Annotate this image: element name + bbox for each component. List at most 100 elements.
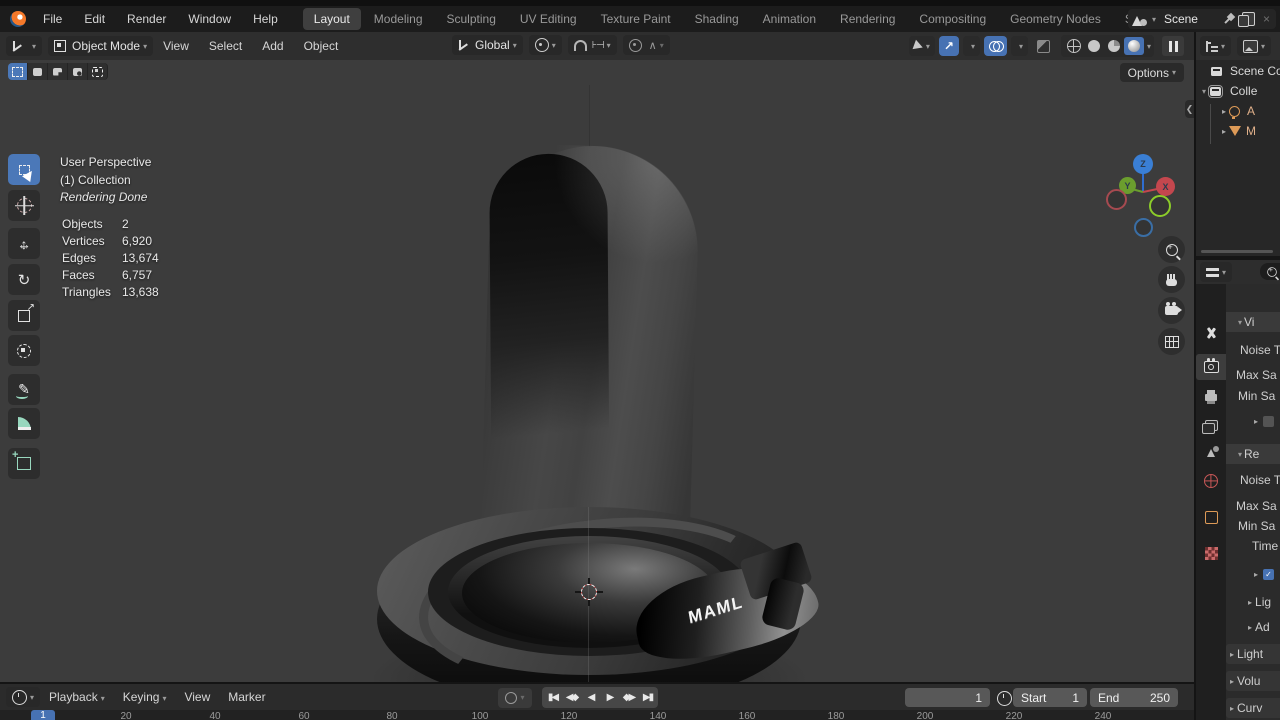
outliner-scrollbar[interactable]	[1201, 250, 1273, 253]
tab-geometry-nodes[interactable]: Geometry Nodes	[999, 8, 1112, 30]
menu-window[interactable]: Window	[177, 12, 242, 26]
prop-min-samples-render[interactable]: Min Sa	[1238, 519, 1280, 533]
outliner-row-collection[interactable]: ▾ Colle	[1202, 84, 1257, 98]
checkbox-unchecked[interactable]	[1263, 416, 1275, 427]
select-mode-invert-button[interactable]	[68, 63, 88, 80]
gizmo-z-axis[interactable]: Z	[1133, 154, 1153, 174]
menu-add[interactable]: Add	[252, 39, 293, 53]
checkbox-checked[interactable]: ✓	[1263, 569, 1275, 580]
prop-min-samples[interactable]: Min Sa	[1238, 389, 1280, 403]
select-mode-subtract-button[interactable]	[48, 63, 68, 80]
playhead-current-frame[interactable]: 1	[31, 710, 55, 720]
tab-layout[interactable]: Layout	[302, 8, 361, 30]
properties-search-input[interactable]	[1260, 263, 1280, 280]
editor-type-button[interactable]: ▾	[6, 36, 43, 56]
pan-button[interactable]	[1158, 266, 1185, 293]
outliner-filter-button[interactable]: ▾	[1237, 36, 1272, 56]
tool-scale[interactable]	[8, 300, 40, 331]
jump-to-end-button[interactable]: ▶▮	[638, 688, 657, 707]
scene-object-loop[interactable]	[480, 143, 701, 553]
jump-to-start-button[interactable]: ▮◀	[543, 688, 562, 707]
tab-render[interactable]	[1196, 354, 1226, 380]
menu-playback[interactable]: Playback ▾	[40, 690, 114, 704]
timeline-editor-button[interactable]: ▾	[6, 687, 41, 707]
zoom-button[interactable]	[1158, 236, 1185, 263]
panel-header-render[interactable]: ▾ Re	[1226, 444, 1280, 464]
play-button[interactable]: ▶	[600, 688, 619, 707]
gizmo-x-axis[interactable]: X	[1156, 177, 1175, 196]
tab-modeling[interactable]: Modeling	[363, 8, 434, 30]
tool-measure[interactable]	[8, 408, 40, 439]
menu-object[interactable]: Object	[294, 39, 349, 53]
pause-render-button[interactable]	[1162, 36, 1184, 56]
snap-controls[interactable]: ⊦⊣ ▾	[567, 35, 617, 55]
tab-shading[interactable]: Shading	[684, 8, 750, 30]
menu-view-timeline[interactable]: View	[175, 690, 219, 704]
menu-marker[interactable]: Marker	[219, 690, 274, 704]
gizmos-dropdown[interactable]: ▾	[962, 36, 980, 56]
prop-noise-threshold-render[interactable]: Noise T	[1240, 473, 1280, 487]
gizmo-visibility-button[interactable]: ▾	[908, 36, 935, 56]
tool-annotate[interactable]: ✎	[8, 374, 40, 405]
auto-keying-button[interactable]: ▾	[498, 687, 532, 708]
blender-logo-icon[interactable]	[10, 11, 26, 27]
shading-rendered-button[interactable]	[1123, 37, 1144, 55]
sidebar-collapse-arrow[interactable]: ❮	[1185, 100, 1194, 118]
select-mode-extend-button[interactable]	[28, 63, 48, 80]
menu-view[interactable]: View	[153, 39, 199, 53]
outliner-display-mode[interactable]: ▾	[1200, 36, 1232, 56]
orientation-select[interactable]: Global ▾	[452, 35, 523, 55]
panel-curves[interactable]: ▸ Curv	[1226, 698, 1280, 718]
outliner-row-light[interactable]: ▸ A	[1218, 104, 1255, 119]
prop-noise-threshold[interactable]: Noise T	[1240, 343, 1280, 357]
panel-header-viewport[interactable]: ▾ Vi	[1226, 312, 1280, 332]
show-overlays-toggle[interactable]	[983, 36, 1007, 56]
gizmo-x-neg[interactable]	[1106, 189, 1127, 210]
outliner-row-mesh[interactable]: ▸ M	[1218, 124, 1256, 138]
tool-transform[interactable]	[8, 335, 40, 366]
menu-keying[interactable]: Keying ▾	[114, 690, 176, 704]
shading-wireframe-button[interactable]	[1064, 37, 1084, 55]
tool-rotate[interactable]: ↻	[8, 264, 40, 295]
proportional-editing-toggle[interactable]: ∧ ▾	[622, 35, 670, 55]
tool-select-box[interactable]	[8, 154, 40, 185]
overlays-dropdown[interactable]: ▾	[1010, 36, 1028, 56]
play-reverse-button[interactable]: ◀	[581, 688, 600, 707]
next-keyframe-button[interactable]: ◆▶	[619, 688, 638, 707]
tab-compositing[interactable]: Compositing	[908, 8, 997, 30]
scene-name[interactable]: Scene	[1164, 12, 1198, 26]
mode-select[interactable]: Object Mode ▾	[48, 36, 154, 56]
properties-editor-button[interactable]: ▾	[1200, 262, 1233, 282]
scene-selector[interactable]: ▾ Scene ×	[1127, 9, 1276, 29]
xray-toggle[interactable]	[1032, 36, 1055, 56]
panel-light-paths[interactable]: ▸ Light	[1226, 644, 1280, 664]
shading-solid-button[interactable]	[1084, 37, 1104, 55]
subpanel-advanced[interactable]: ▸ Ad	[1244, 620, 1280, 634]
camera-view-button[interactable]	[1158, 297, 1185, 324]
show-gizmos-toggle[interactable]: ↗	[938, 36, 959, 56]
shading-material-button[interactable]	[1104, 37, 1124, 55]
panel-volumes[interactable]: ▸ Volu	[1226, 671, 1280, 691]
tool-add-cube[interactable]	[8, 448, 40, 479]
tab-tool[interactable]	[1196, 320, 1226, 346]
tab-scene[interactable]	[1196, 440, 1226, 466]
menu-file[interactable]: File	[32, 12, 73, 26]
select-mode-intersect-button[interactable]	[88, 63, 108, 80]
prop-time-limit[interactable]: Time	[1252, 539, 1280, 553]
3d-viewport[interactable]: MAML Options ▾ ❮ ↔↕ ↻ ✎	[0, 60, 1194, 682]
new-scene-icon[interactable]	[1237, 12, 1255, 27]
prop-max-samples-render[interactable]: Max Sa	[1236, 499, 1280, 513]
gizmo-y-neg[interactable]	[1149, 195, 1171, 217]
tab-animation[interactable]: Animation	[752, 8, 827, 30]
prev-keyframe-button[interactable]: ◀◆	[562, 688, 581, 707]
options-button[interactable]: Options ▾	[1119, 63, 1184, 82]
tab-output[interactable]	[1196, 384, 1226, 410]
menu-edit[interactable]: Edit	[73, 12, 116, 26]
select-mode-set-button[interactable]	[8, 63, 28, 80]
frame-start-field[interactable]: Start 1	[1013, 688, 1087, 707]
gizmo-z-neg[interactable]	[1134, 218, 1153, 237]
timeline-ruler[interactable]: 1 20 40 60 80 100 120 140 160 180 200 22…	[0, 710, 1194, 720]
tool-move[interactable]: ↔ ↕	[8, 228, 40, 259]
outliner-row-scene-collection[interactable]: Scene Co	[1211, 64, 1280, 78]
subpanel-lights[interactable]: ▸ Lig	[1244, 595, 1280, 609]
